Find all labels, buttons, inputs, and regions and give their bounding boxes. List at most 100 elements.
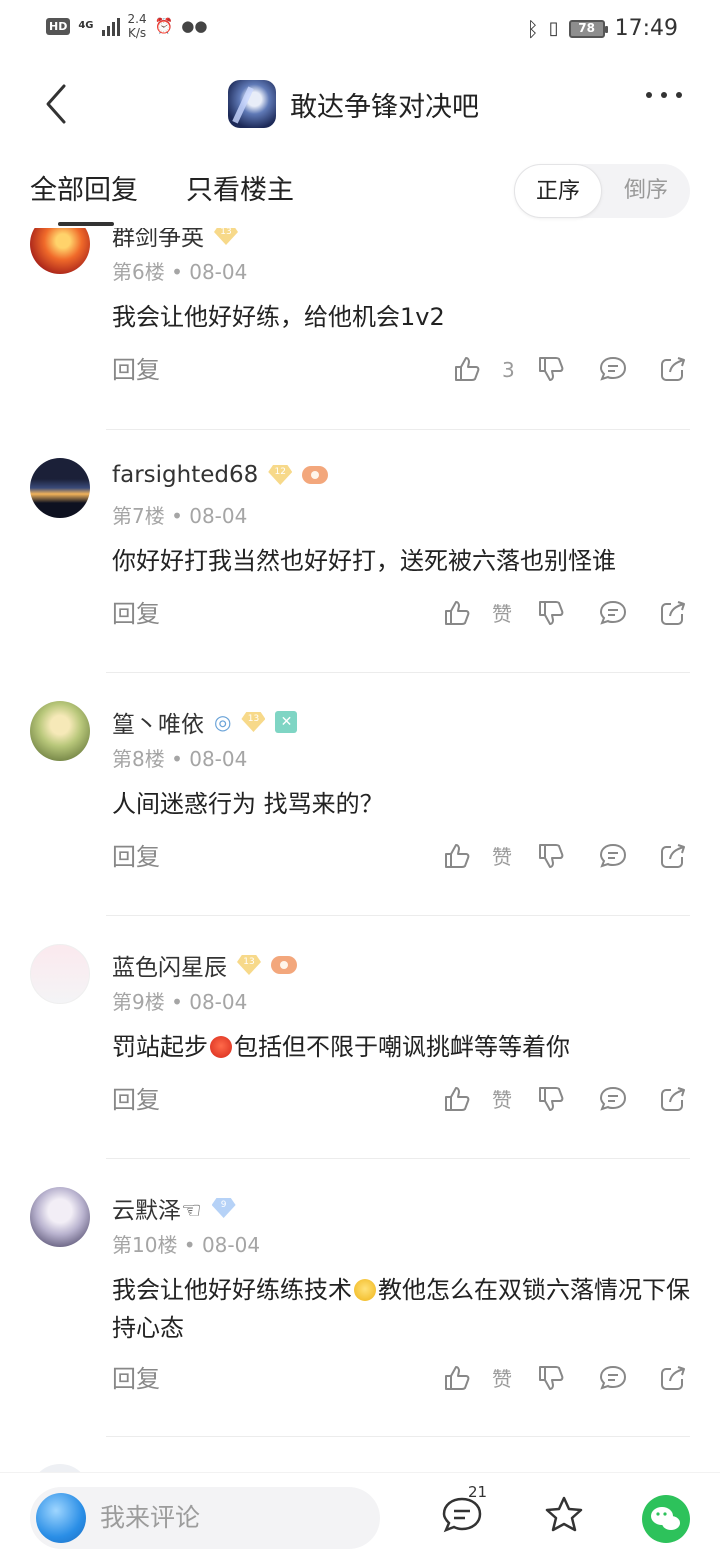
comment-text-part: 我会让他好好练练技术 (112, 1276, 352, 1304)
like-label: 赞 (492, 1367, 512, 1391)
gamepad-badge-icon (302, 466, 329, 484)
comment-item: 蓝色闪星辰 13 第9楼 • 08-04 罚站起步 包括但不限于嘲讽挑衅等等着你 … (0, 944, 720, 1160)
comment-text[interactable]: 人间迷惑行为 找骂来的？ (112, 785, 692, 823)
thumb-up-icon[interactable] (442, 1363, 472, 1393)
speed-value: 2.4 (127, 12, 147, 26)
divider (106, 672, 690, 673)
comment-bubble-icon[interactable] (598, 598, 628, 628)
star-icon[interactable] (542, 1493, 586, 1537)
comment-actions: 回复 3 (112, 350, 702, 390)
status-right: ᛒ ▯ 78 17:49 (527, 16, 678, 41)
comment-text[interactable]: 我会让他好好练练技术 教他怎么在双锁六落情况下保持心态 (112, 1271, 692, 1347)
order-toggle: 正序 倒序 (514, 164, 690, 218)
comment-bubble-icon[interactable] (598, 841, 628, 871)
username[interactable]: 群剑争英 (112, 228, 204, 252)
network-speed: 2.4 K/s (128, 12, 147, 40)
reply-button[interactable]: 回复 (112, 1080, 160, 1120)
comment-item: 篁丶唯依 ◎ 13 ✕ 第8楼 • 08-04 人间迷惑行为 找骂来的？ 回复 … (0, 701, 720, 917)
more-dots-icon[interactable] (646, 92, 682, 98)
thumb-down-icon[interactable] (536, 598, 566, 628)
angry-emoji-icon (210, 1036, 232, 1058)
username[interactable]: 蓝色闪星辰 (112, 948, 227, 982)
level-number: 13 (220, 228, 232, 237)
grin-emoji-icon (354, 1279, 376, 1301)
floor-meta: 第7楼 • 08-04 (112, 504, 248, 528)
share-icon[interactable] (658, 354, 688, 384)
comment-text-part: 罚站起步 (112, 1033, 208, 1061)
user-row: 云默泽☜ 9 (112, 1191, 236, 1225)
avatar[interactable] (30, 228, 90, 274)
order-asc-button[interactable]: 正序 (514, 164, 602, 218)
comment-text[interactable]: 我会让他好好练，给他机会1v2 (112, 298, 692, 336)
order-desc-button[interactable]: 倒序 (602, 164, 690, 218)
thumb-up-icon[interactable] (442, 598, 472, 628)
level-badge: 13 (241, 712, 265, 732)
comment-list[interactable]: 群剑争英 13 第6楼 • 08-04 我会让他好好练，给他机会1v2 回复 3… (0, 228, 720, 1472)
comment-text-part: 包括但不限于嘲讽挑衅等等着你 (234, 1033, 570, 1061)
comment-text[interactable]: 罚站起步 包括但不限于嘲讽挑衅等等着你 (112, 1028, 692, 1066)
reply-button[interactable]: 回复 (112, 837, 160, 877)
level-badge: 13 (237, 955, 261, 975)
tab-all-replies[interactable]: 全部回复 (30, 168, 138, 207)
forum-header[interactable]: 敢达争锋对决吧 (228, 80, 479, 128)
share-icon[interactable] (658, 841, 688, 871)
thumb-up-icon[interactable] (442, 1084, 472, 1114)
divider (106, 1436, 690, 1437)
thumb-down-icon[interactable] (536, 841, 566, 871)
avatar[interactable] (30, 944, 90, 1004)
divider (106, 915, 690, 916)
bluetooth-icon: ᛒ (526, 16, 539, 41)
wechat-icon[interactable] (642, 1495, 690, 1543)
level-number: 12 (274, 467, 286, 477)
reply-button[interactable]: 回复 (112, 1359, 160, 1399)
share-icon[interactable] (658, 598, 688, 628)
thumb-up-icon[interactable] (442, 841, 472, 871)
ring-badge-icon: ◎ (214, 710, 232, 734)
level-number: 9 (220, 1200, 227, 1210)
hd-badge: HD (46, 17, 71, 35)
comment-actions: 回复 赞 (112, 837, 702, 877)
battery-level: 78 (578, 20, 595, 35)
back-arrow-icon[interactable] (40, 82, 76, 126)
divider (106, 429, 690, 430)
like-label: 赞 (492, 1088, 512, 1112)
thumb-down-icon[interactable] (536, 354, 566, 384)
reply-button[interactable]: 回复 (112, 594, 160, 634)
avatar[interactable] (30, 458, 90, 518)
avatar[interactable] (30, 1464, 90, 1472)
thumb-down-icon[interactable] (536, 1363, 566, 1393)
like-label: 赞 (492, 602, 512, 626)
comment-actions: 回复 赞 (112, 1359, 702, 1399)
comment-bubble-icon[interactable] (598, 354, 628, 384)
comment-count: 21 (468, 1483, 488, 1501)
tab-bar: 全部回复 只看楼主 正序 倒序 (0, 150, 720, 228)
user-row: farsighted68 12 (112, 462, 329, 488)
nav-bar: 敢达争锋对决吧 (0, 62, 720, 146)
username[interactable]: 篁丶唯依 (112, 705, 204, 739)
username[interactable]: 云默泽☜ (112, 1191, 202, 1225)
comment-item: 云默泽☜ 9 第10楼 • 08-04 我会让他好好练练技术 教他怎么在双锁六落情… (0, 1187, 720, 1447)
comment-bubble-icon[interactable] (598, 1363, 628, 1393)
comment-text[interactable]: 你好好打我当然也好好打，送死被六落也别怪谁 (112, 542, 692, 580)
level-badge: 13 (214, 228, 238, 245)
comment-bubble-icon[interactable] (598, 1084, 628, 1114)
avatar[interactable] (30, 1187, 90, 1247)
username[interactable]: farsighted68 (112, 462, 258, 488)
forum-avatar[interactable] (228, 80, 276, 128)
reply-button[interactable]: 回复 (112, 350, 160, 390)
share-icon[interactable] (658, 1084, 688, 1114)
thumb-up-icon[interactable] (452, 354, 482, 384)
comment-input[interactable]: 我来评论 (30, 1487, 380, 1549)
tab-op-only[interactable]: 只看楼主 (186, 168, 294, 207)
share-icon[interactable] (658, 1363, 688, 1393)
user-row: 蓝色闪星辰 13 (112, 948, 297, 982)
forum-title[interactable]: 敢达争锋对决吧 (290, 85, 479, 124)
avatar[interactable] (30, 701, 90, 761)
status-bar: HD 4G 2.4 K/s ⏰ ●● ᛒ ▯ 78 17:49 (0, 0, 720, 62)
floor-meta: 第9楼 • 08-04 (112, 990, 248, 1014)
like-count: 3 (502, 358, 515, 382)
comment-placeholder: 我来评论 (100, 1503, 201, 1532)
comment-actions: 回复 赞 (112, 1080, 702, 1120)
thumb-down-icon[interactable] (536, 1084, 566, 1114)
user-row: 篁丶唯依 ◎ 13 ✕ (112, 705, 298, 739)
